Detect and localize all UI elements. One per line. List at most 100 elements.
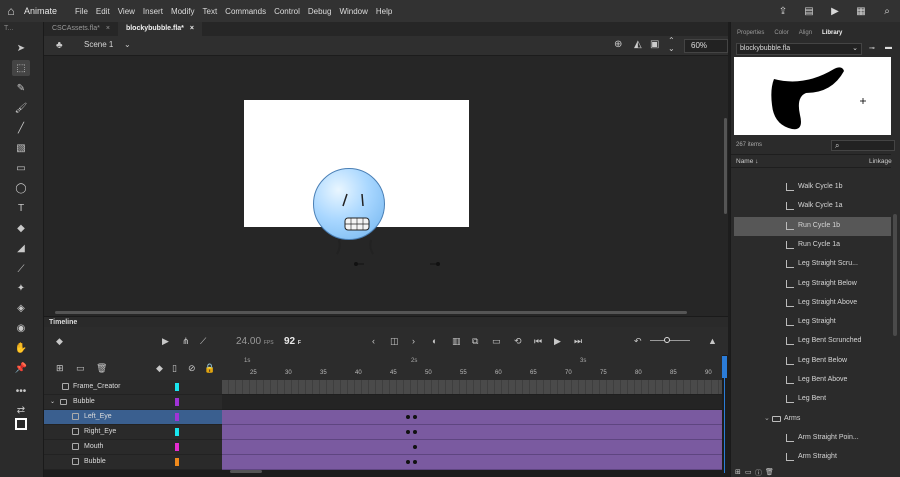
tab-properties[interactable]: Properties bbox=[737, 30, 764, 42]
stroke-color-swatch[interactable] bbox=[12, 416, 30, 432]
insert-keyframe-icon[interactable]: ◫ bbox=[390, 336, 399, 347]
slider-handle[interactable] bbox=[664, 337, 670, 343]
frames-row[interactable] bbox=[222, 425, 722, 440]
library-search-input[interactable]: ⌕ bbox=[831, 140, 895, 151]
play-icon[interactable]: ▶ bbox=[554, 336, 561, 347]
layer-row[interactable]: Right_Eye bbox=[44, 425, 222, 440]
frames-row[interactable] bbox=[222, 395, 722, 410]
search-icon[interactable]: ⌕ bbox=[874, 6, 900, 17]
keyframe[interactable] bbox=[413, 445, 417, 449]
width-tool-icon[interactable]: ◈ bbox=[12, 300, 30, 316]
zoom-mountain-icon[interactable]: ▲ bbox=[708, 336, 717, 346]
library-item[interactable]: Run Cycle 1a bbox=[734, 236, 891, 255]
layer-color-swatch[interactable] bbox=[175, 383, 179, 391]
clip-stage-icon[interactable]: ▣ bbox=[650, 39, 659, 50]
graph-icon[interactable]: ⟋ bbox=[200, 336, 206, 347]
new-folder-icon[interactable]: ▭ bbox=[745, 468, 752, 476]
stage-horizontal-scrollbar[interactable] bbox=[55, 311, 687, 314]
zoom-field[interactable]: 60% bbox=[684, 39, 728, 53]
menu-commands[interactable]: Commands bbox=[225, 7, 266, 16]
layer-color-swatch[interactable] bbox=[175, 398, 179, 406]
library-scrollbar[interactable] bbox=[893, 214, 897, 336]
edit-multiple-frames-icon[interactable]: ▥ bbox=[452, 336, 461, 347]
add-folder-icon[interactable]: ▭ bbox=[76, 363, 85, 374]
layer-row[interactable]: Frame_Creator bbox=[44, 380, 222, 395]
library-folder[interactable]: ⌄ Arms bbox=[734, 410, 891, 429]
keyframe[interactable] bbox=[406, 415, 410, 419]
lock-icon[interactable]: 🔒 bbox=[204, 363, 215, 374]
frames-row[interactable] bbox=[222, 380, 722, 395]
library-item[interactable]: Leg Bent Below bbox=[734, 352, 891, 371]
paint-bucket-tool-icon[interactable]: ◆ bbox=[12, 220, 30, 236]
library-item[interactable]: Arm Straight Poin... bbox=[734, 429, 891, 448]
brush-tool-icon[interactable]: 🖌 bbox=[12, 100, 30, 116]
new-symbol-icon[interactable]: ⊞ bbox=[735, 468, 741, 476]
step-forward-icon[interactable]: ⏭ bbox=[574, 336, 582, 347]
menu-control[interactable]: Control bbox=[274, 7, 300, 16]
library-document-select[interactable]: blockybubble.fla ⌄ bbox=[736, 43, 862, 55]
library-item[interactable]: Walk Cycle 1a bbox=[734, 197, 891, 216]
document-icon[interactable]: ▤ bbox=[796, 6, 822, 17]
library-item[interactable]: Walk Cycle 1b bbox=[734, 178, 891, 197]
center-stage-icon[interactable]: ⊕ bbox=[614, 39, 622, 50]
outline-icon[interactable]: ▯ bbox=[172, 363, 177, 374]
hand-tool-icon[interactable]: ✋ bbox=[12, 340, 30, 356]
close-icon[interactable]: × bbox=[190, 22, 194, 36]
menu-insert[interactable]: Insert bbox=[143, 7, 163, 16]
frame-width-slider[interactable] bbox=[650, 340, 690, 341]
linkage-column-header[interactable]: Linkage bbox=[869, 158, 892, 165]
library-item[interactable]: Leg Bent bbox=[734, 390, 891, 409]
layers-icon[interactable]: ◆ bbox=[56, 336, 63, 347]
menu-help[interactable]: Help bbox=[376, 7, 392, 16]
frame-view-icon[interactable]: ▭ bbox=[492, 336, 501, 347]
scene-selector[interactable]: Scene 1 bbox=[84, 40, 113, 49]
keyframe[interactable] bbox=[406, 460, 410, 464]
tween-icon[interactable]: ⧉ bbox=[472, 336, 478, 347]
chevron-down-icon[interactable]: ⌄ bbox=[764, 414, 770, 422]
library-item[interactable]: Leg Bent Above bbox=[734, 371, 891, 390]
new-library-panel-icon[interactable]: ▬ bbox=[885, 44, 892, 51]
camera-icon[interactable]: ▶ bbox=[162, 336, 169, 347]
playhead[interactable] bbox=[722, 356, 727, 378]
library-item[interactable]: Run Cycle 1b bbox=[734, 216, 891, 236]
eraser-tool-icon[interactable]: ◢ bbox=[12, 240, 30, 256]
pin-tool-icon[interactable]: 📌 bbox=[12, 360, 30, 376]
keyframe[interactable] bbox=[413, 430, 417, 434]
more-tools-icon[interactable]: ••• bbox=[12, 383, 30, 399]
menu-view[interactable]: View bbox=[118, 7, 135, 16]
library-item[interactable]: Leg Straight Scru... bbox=[734, 255, 891, 274]
menu-debug[interactable]: Debug bbox=[308, 7, 332, 16]
bone-tool-icon[interactable]: ✦ bbox=[12, 280, 30, 296]
highlight-layers-icon[interactable]: ◆ bbox=[156, 363, 163, 374]
tab-cscassets[interactable]: CSCAssets.fla* × bbox=[44, 22, 118, 36]
fps-display[interactable]: 24.00 FPS bbox=[236, 336, 274, 347]
layer-parenting-icon[interactable]: ⋔ bbox=[182, 336, 190, 347]
layer-row[interactable]: Left_Eye bbox=[44, 410, 222, 425]
tab-blockybubble[interactable]: blockybubble.fla* × bbox=[117, 22, 203, 36]
properties-icon[interactable]: ⓘ bbox=[755, 468, 762, 477]
keyframe[interactable] bbox=[406, 430, 410, 434]
pin-icon[interactable]: ⊸ bbox=[869, 44, 875, 52]
layer-row[interactable]: Bubble bbox=[44, 455, 222, 470]
layer-row[interactable]: Mouth bbox=[44, 440, 222, 455]
frames-row[interactable] bbox=[222, 440, 722, 455]
edit-symbols-icon[interactable]: ◭ bbox=[634, 39, 642, 50]
gradient-tool-icon[interactable]: ▧ bbox=[12, 140, 30, 156]
frames-row[interactable] bbox=[222, 410, 722, 425]
stage-vertical-scrollbar[interactable] bbox=[724, 118, 727, 214]
chevron-down-icon[interactable]: ⌄ bbox=[50, 398, 55, 405]
current-frame[interactable]: 92 F bbox=[284, 336, 301, 347]
workspace-icon[interactable]: ▦ bbox=[848, 6, 874, 17]
home-icon[interactable]: ⌂ bbox=[0, 0, 22, 22]
test-movie-icon[interactable]: ▶ bbox=[822, 6, 848, 17]
timeline-horizontal-scrollbar[interactable] bbox=[230, 470, 262, 473]
close-icon[interactable]: × bbox=[106, 22, 110, 36]
tab-library[interactable]: Library bbox=[822, 30, 842, 42]
frames-row[interactable] bbox=[222, 455, 722, 470]
layer-color-swatch[interactable] bbox=[175, 413, 179, 421]
next-keyframe-icon[interactable]: › bbox=[412, 336, 415, 346]
tab-color[interactable]: Color bbox=[774, 30, 788, 42]
rotate-stage-icon[interactable]: ⌃ ⌄ bbox=[668, 37, 675, 53]
chevron-down-icon[interactable]: ⌄ bbox=[124, 40, 131, 49]
timeline-ruler[interactable]: 1s 2s 3s 25 30 35 40 45 50 55 60 65 70 7… bbox=[222, 355, 722, 380]
